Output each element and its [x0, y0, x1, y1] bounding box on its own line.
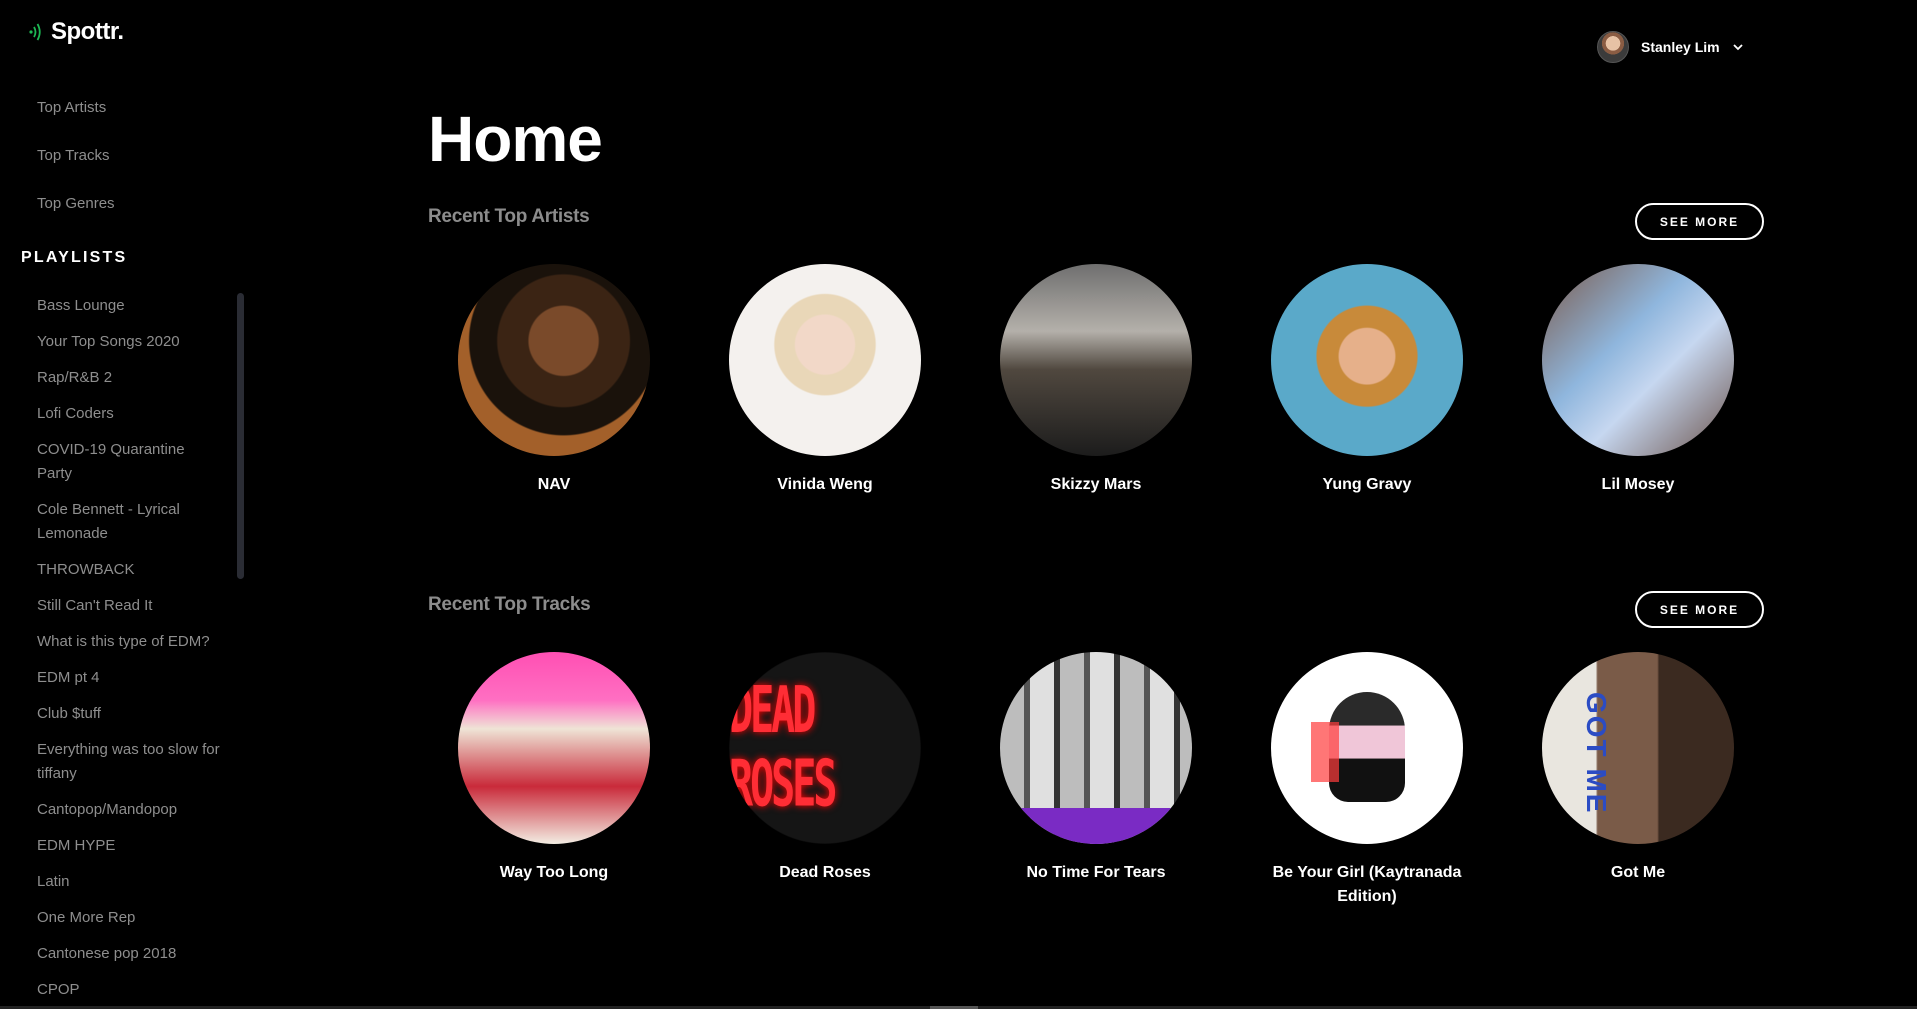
artist-image — [729, 264, 921, 456]
playlist-item[interactable]: THROWBACK — [37, 555, 222, 585]
playlist-item[interactable]: Rap/R&B 2 — [37, 363, 222, 393]
tracks-section-title: Recent Top Tracks — [428, 594, 591, 615]
logo-text: Spottr. — [51, 18, 124, 45]
artist-card[interactable]: NAV — [458, 264, 650, 497]
playlist-item[interactable]: Cantopop/Mandopop — [37, 795, 222, 825]
user-menu[interactable]: Stanley Lim — [1597, 31, 1744, 63]
playlist-item[interactable]: COVID-19 Quarantine Party — [37, 435, 222, 489]
artist-card[interactable]: Lil Mosey — [1542, 264, 1734, 497]
playlist-item[interactable]: Your Top Songs 2020 — [37, 327, 222, 357]
artists-see-more-button[interactable]: SEE MORE — [1635, 203, 1764, 240]
playlist-item[interactable]: Bass Lounge — [37, 291, 222, 321]
artist-name: Yung Gravy — [1322, 476, 1412, 493]
artist-name: Vinida Weng — [777, 476, 873, 493]
playlist-item[interactable]: Cole Bennett - Lyrical Lemonade — [37, 495, 222, 549]
artist-card[interactable]: Yung Gravy — [1271, 264, 1463, 497]
track-card[interactable]: Be Your Girl (Kaytranada Edition) — [1271, 652, 1463, 909]
track-card[interactable]: GOT ME Got Me — [1542, 652, 1734, 909]
sound-waves-icon — [29, 23, 41, 41]
artwork-text: DEAD ROSES — [729, 674, 837, 822]
playlist-item[interactable]: EDM HYPE — [37, 831, 222, 861]
playlist-item[interactable]: Lofi Coders — [37, 399, 222, 429]
playlists-heading: PLAYLISTS — [21, 249, 128, 266]
track-name: Be Your Girl (Kaytranada Edition) — [1272, 864, 1462, 905]
playlist-item[interactable]: One More Rep — [37, 903, 222, 933]
track-card[interactable]: DEAD ROSES Dead Roses — [729, 652, 921, 909]
artists-row: NAV Vinida Weng Skizzy Mars Yung Gravy L… — [458, 264, 1734, 497]
track-artwork — [458, 652, 650, 844]
artist-image — [1000, 264, 1192, 456]
track-card[interactable]: Way Too Long — [458, 652, 650, 909]
tracks-row: Way Too Long DEAD ROSES Dead Roses No Ti… — [458, 652, 1734, 909]
track-artwork — [1000, 652, 1192, 844]
playlist-item[interactable]: Everything was too slow for tiffany — [37, 735, 222, 789]
page-title: Home — [428, 103, 603, 175]
track-artwork: DEAD ROSES — [729, 652, 921, 844]
track-card[interactable]: No Time For Tears — [1000, 652, 1192, 909]
artist-name: Lil Mosey — [1601, 476, 1675, 493]
artist-card[interactable]: Skizzy Mars — [1000, 264, 1192, 497]
track-artwork — [1271, 652, 1463, 844]
artist-image — [1271, 264, 1463, 456]
sidebar: Spottr. Top Artists Top Tracks Top Genre… — [0, 0, 255, 1009]
main-nav: Top Artists Top Tracks Top Genres — [37, 94, 115, 238]
nav-item-top-genres[interactable]: Top Genres — [37, 190, 115, 238]
avatar — [1597, 31, 1629, 63]
playlist-item[interactable]: Cantonese pop 2018 — [37, 939, 222, 969]
artwork-text: GOT ME — [1581, 692, 1612, 815]
artist-image — [1542, 264, 1734, 456]
user-name: Stanley Lim — [1641, 39, 1720, 55]
artist-name: NAV — [537, 476, 571, 493]
playlist-item[interactable]: EDM pt 4 — [37, 663, 222, 693]
artists-section-title: Recent Top Artists — [428, 206, 590, 227]
playlist-item[interactable]: What is this type of EDM? — [37, 627, 222, 657]
track-name: Got Me — [1610, 864, 1666, 881]
nav-item-top-artists[interactable]: Top Artists — [37, 94, 115, 142]
chevron-down-icon — [1732, 44, 1743, 51]
artist-image — [458, 264, 650, 456]
tracks-see-more-button[interactable]: SEE MORE — [1635, 591, 1764, 628]
artist-name: Skizzy Mars — [1050, 476, 1142, 493]
track-artwork: GOT ME — [1542, 652, 1734, 844]
playlist-item[interactable]: Club $tuff — [37, 699, 222, 729]
track-name: Way Too Long — [499, 864, 609, 881]
app-root: Spottr. Top Artists Top Tracks Top Genre… — [0, 0, 1917, 1009]
playlist-item[interactable]: Latin — [37, 867, 222, 897]
sidebar-scrollbar[interactable] — [237, 293, 244, 579]
track-name: No Time For Tears — [1026, 864, 1166, 881]
logo[interactable]: Spottr. — [29, 18, 124, 46]
playlist-item[interactable]: CPOP — [37, 975, 222, 1005]
playlist-item[interactable]: Still Can't Read It — [37, 591, 222, 621]
track-name: Dead Roses — [779, 864, 871, 881]
nav-item-top-tracks[interactable]: Top Tracks — [37, 142, 115, 190]
artist-card[interactable]: Vinida Weng — [729, 264, 921, 497]
playlist-list: Bass Lounge Your Top Songs 2020 Rap/R&B … — [37, 291, 222, 1009]
